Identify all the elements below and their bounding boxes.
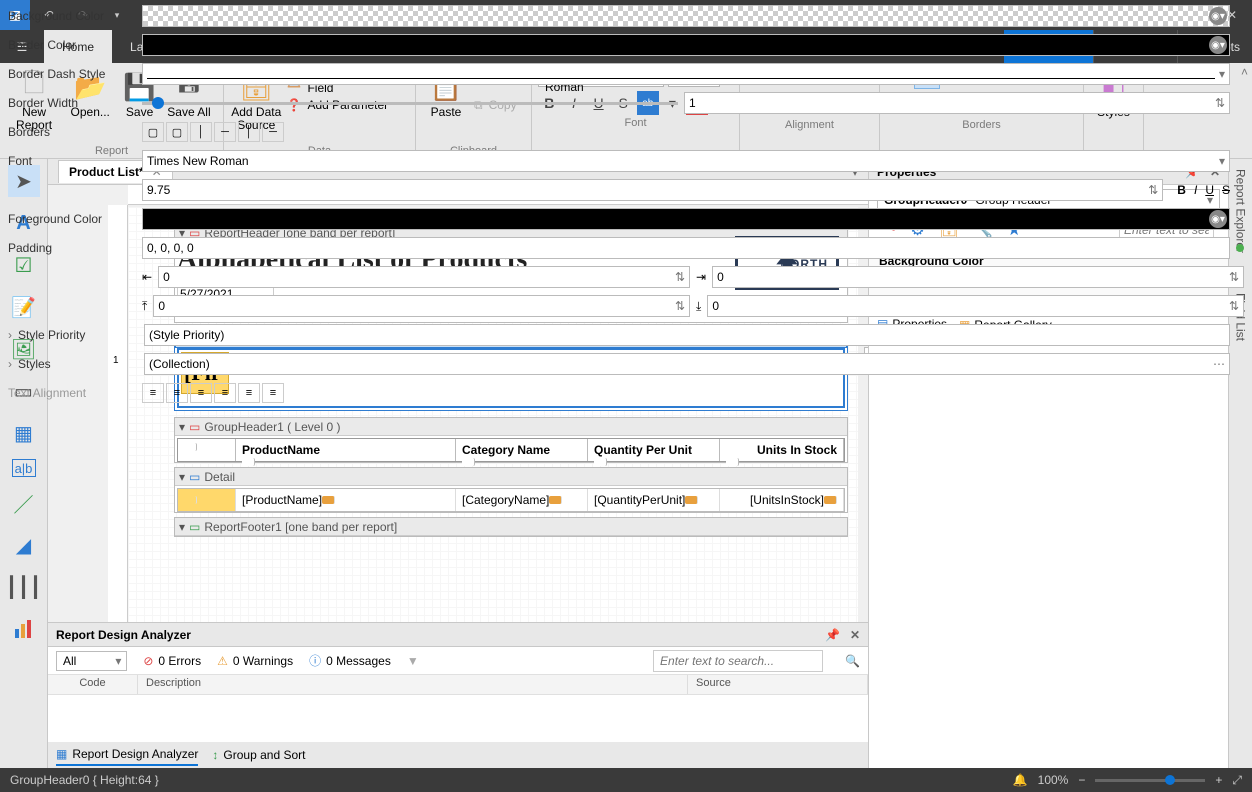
properties-panel: Properties📌✕ GroupHeader0Group Header▾ ✎…	[868, 159, 1228, 768]
prop-borderwidth-slider[interactable]	[142, 102, 678, 105]
prop-pad-left[interactable]: ⇅	[158, 266, 690, 288]
pad-bottom-icon: ⤓	[696, 299, 701, 314]
prop-pad-right[interactable]: ⇅	[712, 266, 1244, 288]
pad-left-icon: ⇤	[142, 270, 152, 284]
prop-bordercolor[interactable]: ◉▾	[142, 34, 1230, 56]
expand-styles[interactable]: ›	[8, 357, 12, 371]
zoom-slider[interactable]	[1095, 779, 1205, 782]
prop-pad-top[interactable]: ⇅	[153, 295, 690, 317]
prop-underline[interactable]: U	[1205, 183, 1214, 197]
prop-strike[interactable]: S	[1222, 183, 1230, 197]
prop-bold[interactable]: B	[1177, 183, 1186, 197]
prop-styles[interactable]: (Collection)⋯	[144, 353, 1230, 375]
prop-fontname[interactable]: Times New Roman▾	[142, 150, 1230, 172]
prop-borderwidth-input[interactable]: ⇅	[684, 92, 1230, 114]
prop-borders-buttons[interactable]: ▢▢│─│─	[142, 122, 284, 142]
pad-right-icon: ⇥	[696, 270, 706, 284]
prop-fontsize[interactable]: ⇅	[142, 179, 1163, 201]
expand-styleprio[interactable]: ›	[8, 328, 12, 342]
prop-italic[interactable]: I	[1194, 183, 1197, 197]
prop-stylepriority[interactable]: (Style Priority)	[144, 324, 1230, 346]
prop-borderdash[interactable]: ▾	[142, 63, 1230, 85]
prop-forecolor[interactable]: ◉▾	[142, 208, 1230, 230]
prop-textalign[interactable]: ≡≡≡≡≡≡	[142, 383, 284, 403]
pad-top-icon: ⤒	[142, 299, 147, 314]
prop-pad-bottom[interactable]: ⇅	[707, 295, 1244, 317]
prop-backcolor[interactable]: ◉▾	[142, 5, 1230, 27]
prop-padding[interactable]: 0, 0, 0, 0	[142, 237, 1230, 259]
